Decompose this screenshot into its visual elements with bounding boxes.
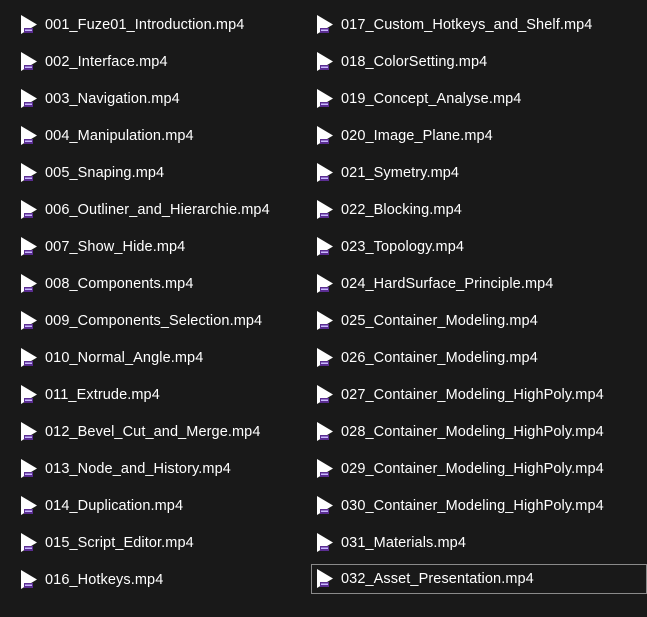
file-item[interactable]: 030_Container_Modeling_HighPoly.mp4 xyxy=(311,487,604,524)
file-item[interactable]: 012_Bevel_Cut_and_Merge.mp4 xyxy=(15,413,305,450)
file-item[interactable]: 029_Container_Modeling_HighPoly.mp4 xyxy=(311,450,604,487)
file-name-label: 007_Show_Hide.mp4 xyxy=(45,238,186,255)
file-name-label: 004_Manipulation.mp4 xyxy=(45,127,194,144)
file-name-label: 016_Hotkeys.mp4 xyxy=(45,571,164,588)
video-play-file-icon xyxy=(316,273,334,294)
file-name-label: 020_Image_Plane.mp4 xyxy=(341,127,493,144)
video-play-file-icon xyxy=(20,88,38,109)
file-name-label: 031_Materials.mp4 xyxy=(341,534,467,551)
file-name-label: 006_Outliner_and_Hierarchie.mp4 xyxy=(45,201,270,218)
video-play-file-icon xyxy=(316,14,334,35)
file-item[interactable]: 028_Container_Modeling_HighPoly.mp4 xyxy=(311,413,604,450)
file-item[interactable]: 004_Manipulation.mp4 xyxy=(15,117,305,154)
video-play-file-icon xyxy=(316,199,334,220)
file-name-label: 025_Container_Modeling.mp4 xyxy=(341,312,538,329)
file-name-label: 032_Asset_Presentation.mp4 xyxy=(341,571,534,587)
video-play-file-icon xyxy=(20,273,38,294)
file-name-label: 014_Duplication.mp4 xyxy=(45,497,184,514)
video-play-file-icon xyxy=(20,569,38,590)
file-name-label: 027_Container_Modeling_HighPoly.mp4 xyxy=(341,386,604,403)
file-item[interactable]: 026_Container_Modeling.mp4 xyxy=(311,339,601,376)
file-item[interactable]: 016_Hotkeys.mp4 xyxy=(15,561,305,598)
video-play-file-icon xyxy=(20,347,38,368)
video-play-file-icon xyxy=(316,51,334,72)
file-item[interactable]: 024_HardSurface_Principle.mp4 xyxy=(311,265,601,302)
video-play-file-icon xyxy=(316,569,334,589)
video-play-file-icon xyxy=(316,88,334,109)
video-play-file-icon xyxy=(316,458,334,479)
video-play-file-icon xyxy=(316,421,334,442)
file-item[interactable]: 019_Concept_Analyse.mp4 xyxy=(311,80,601,117)
file-name-label: 022_Blocking.mp4 xyxy=(341,201,462,218)
file-item[interactable]: 008_Components.mp4 xyxy=(15,265,305,302)
video-play-file-icon xyxy=(20,532,38,553)
file-item[interactable]: 020_Image_Plane.mp4 xyxy=(311,117,601,154)
file-item[interactable]: 022_Blocking.mp4 xyxy=(311,191,601,228)
video-play-file-icon xyxy=(20,199,38,220)
file-item[interactable]: 007_Show_Hide.mp4 xyxy=(15,228,305,265)
file-column-left: 001_Fuze01_Introduction.mp4 002_Interface… xyxy=(15,6,305,598)
file-item[interactable]: 031_Materials.mp4 xyxy=(311,524,601,561)
video-play-file-icon xyxy=(20,14,38,35)
file-item[interactable]: 001_Fuze01_Introduction.mp4 xyxy=(15,6,305,43)
file-name-label: 011_Extrude.mp4 xyxy=(45,386,160,403)
file-item[interactable]: 013_Node_and_History.mp4 xyxy=(15,450,305,487)
file-name-label: 029_Container_Modeling_HighPoly.mp4 xyxy=(341,460,604,477)
file-name-label: 001_Fuze01_Introduction.mp4 xyxy=(45,16,245,33)
file-column-right: 017_Custom_Hotkeys_and_Shelf.mp4 018_Colo… xyxy=(311,6,647,598)
video-play-file-icon xyxy=(20,310,38,331)
video-play-file-icon xyxy=(316,310,334,331)
file-name-label: 008_Components.mp4 xyxy=(45,275,194,292)
file-item[interactable]: 021_Symetry.mp4 xyxy=(311,154,601,191)
file-name-label: 012_Bevel_Cut_and_Merge.mp4 xyxy=(45,423,261,440)
video-play-file-icon xyxy=(20,495,38,516)
file-item[interactable]: 005_Snaping.mp4 xyxy=(15,154,305,191)
video-play-file-icon xyxy=(20,125,38,146)
file-name-label: 024_HardSurface_Principle.mp4 xyxy=(341,275,554,292)
file-item[interactable]: 017_Custom_Hotkeys_and_Shelf.mp4 xyxy=(311,6,601,43)
file-item[interactable]: 027_Container_Modeling_HighPoly.mp4 xyxy=(311,376,604,413)
file-name-label: 005_Snaping.mp4 xyxy=(45,164,165,181)
file-name-label: 028_Container_Modeling_HighPoly.mp4 xyxy=(341,423,604,440)
file-name-label: 013_Node_and_History.mp4 xyxy=(45,460,231,477)
file-item[interactable]: 002_Interface.mp4 xyxy=(15,43,305,80)
file-item[interactable]: 006_Outliner_and_Hierarchie.mp4 xyxy=(15,191,305,228)
video-play-file-icon xyxy=(20,458,38,479)
file-name-label: 017_Custom_Hotkeys_and_Shelf.mp4 xyxy=(341,16,593,33)
file-item[interactable]: 023_Topology.mp4 xyxy=(311,228,601,265)
video-play-file-icon xyxy=(316,162,334,183)
file-item[interactable]: 009_Components_Selection.mp4 xyxy=(15,302,305,339)
file-item[interactable]: 003_Navigation.mp4 xyxy=(15,80,305,117)
file-name-label: 018_ColorSetting.mp4 xyxy=(341,53,488,70)
file-name-label: 002_Interface.mp4 xyxy=(45,53,168,70)
video-play-file-icon xyxy=(20,162,38,183)
file-name-label: 026_Container_Modeling.mp4 xyxy=(341,349,538,366)
file-item[interactable]: 014_Duplication.mp4 xyxy=(15,487,305,524)
file-item[interactable]: 015_Script_Editor.mp4 xyxy=(15,524,305,561)
file-name-label: 003_Navigation.mp4 xyxy=(45,90,180,107)
file-name-label: 015_Script_Editor.mp4 xyxy=(45,534,194,551)
file-item[interactable]: 032_Asset_Presentation.mp4 xyxy=(311,564,647,594)
file-name-label: 019_Concept_Analyse.mp4 xyxy=(341,90,522,107)
file-name-label: 021_Symetry.mp4 xyxy=(341,164,460,181)
file-name-label: 030_Container_Modeling_HighPoly.mp4 xyxy=(341,497,604,514)
video-play-file-icon xyxy=(316,495,334,516)
file-item[interactable]: 011_Extrude.mp4 xyxy=(15,376,305,413)
file-explorer-view: 001_Fuze01_Introduction.mp4 002_Interface… xyxy=(0,0,647,617)
file-name-label: 010_Normal_Angle.mp4 xyxy=(45,349,204,366)
video-play-file-icon xyxy=(316,347,334,368)
video-play-file-icon xyxy=(316,125,334,146)
file-item[interactable]: 025_Container_Modeling.mp4 xyxy=(311,302,601,339)
file-item[interactable]: 010_Normal_Angle.mp4 xyxy=(15,339,305,376)
video-play-file-icon xyxy=(316,236,334,257)
file-name-label: 009_Components_Selection.mp4 xyxy=(45,312,263,329)
file-item[interactable]: 018_ColorSetting.mp4 xyxy=(311,43,601,80)
video-play-file-icon xyxy=(316,532,334,553)
video-play-file-icon xyxy=(20,236,38,257)
video-play-file-icon xyxy=(20,384,38,405)
video-play-file-icon xyxy=(20,51,38,72)
video-play-file-icon xyxy=(20,421,38,442)
video-play-file-icon xyxy=(316,384,334,405)
file-name-label: 023_Topology.mp4 xyxy=(341,238,465,255)
